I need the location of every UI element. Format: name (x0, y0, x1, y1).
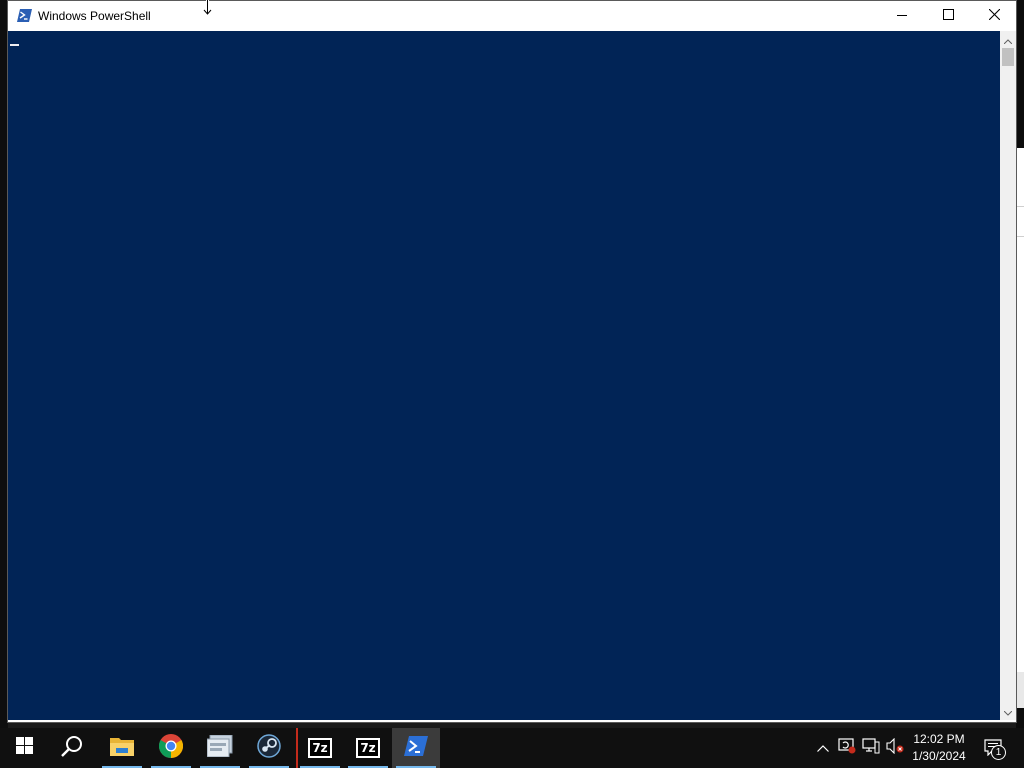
chrome-icon (158, 733, 184, 763)
app-window-icon (206, 734, 233, 762)
action-center-button[interactable]: 1 (978, 736, 1008, 760)
vertical-scrollbar[interactable] (1000, 31, 1016, 720)
console-area[interactable] (8, 31, 1000, 720)
close-icon (988, 7, 1000, 25)
taskbar-file-explorer[interactable] (98, 728, 146, 768)
window-title: Windows PowerShell (38, 9, 151, 23)
minimize-icon (897, 7, 907, 25)
7zip-label: 7z (312, 741, 328, 755)
security-icon (838, 737, 856, 759)
taskbar-7zip-1[interactable]: 7z (296, 728, 344, 768)
scroll-down-button[interactable] (1000, 703, 1016, 720)
taskbar-steam[interactable] (245, 728, 293, 768)
tray-clock[interactable]: 12:02 PM 1/30/2024 (906, 731, 972, 765)
chevron-up-icon (817, 739, 829, 757)
background-window-right (1016, 0, 1024, 728)
tray-security[interactable] (837, 737, 857, 759)
taskbar: 7z 7z 12:02 PM 1/30/2024 1 (0, 728, 1024, 768)
maximize-icon (942, 7, 954, 25)
clock-date: 1/30/2024 (912, 749, 966, 763)
close-button[interactable] (971, 1, 1017, 31)
title-bar[interactable]: Windows PowerShell (8, 1, 1016, 31)
chevron-up-icon (1003, 31, 1013, 49)
7zip-icon: 7z (308, 738, 332, 758)
steam-icon (257, 733, 281, 763)
taskbar-app-window[interactable] (196, 728, 244, 768)
taskbar-7zip-2[interactable]: 7z (344, 728, 392, 768)
network-icon (862, 737, 880, 759)
7zip-label: 7z (360, 741, 376, 755)
7zip-icon: 7z (356, 738, 380, 758)
powershell-icon (404, 735, 428, 761)
maximize-button[interactable] (925, 1, 971, 31)
taskbar-powershell[interactable] (392, 728, 440, 768)
taskbar-chrome[interactable] (147, 728, 195, 768)
notification-badge: 1 (991, 745, 1006, 760)
start-button[interactable] (0, 728, 48, 768)
resize-cursor-icon (202, 0, 213, 17)
powershell-icon (17, 9, 32, 22)
powershell-window[interactable]: Windows PowerShell (7, 0, 1017, 723)
windows-logo-icon (15, 737, 33, 759)
scroll-up-button[interactable] (1000, 31, 1016, 48)
clock-time: 12:02 PM (913, 732, 965, 746)
show-hidden-icons-button[interactable] (813, 738, 833, 758)
tray-volume[interactable] (885, 737, 905, 759)
chevron-down-icon (1003, 703, 1013, 721)
text-cursor (10, 44, 19, 46)
volume-muted-icon (886, 737, 904, 759)
tray-network[interactable] (861, 737, 881, 759)
search-button[interactable] (48, 728, 96, 768)
scroll-thumb[interactable] (1002, 48, 1014, 66)
search-icon (61, 735, 83, 762)
folder-icon (110, 736, 134, 761)
minimize-button[interactable] (879, 1, 925, 31)
